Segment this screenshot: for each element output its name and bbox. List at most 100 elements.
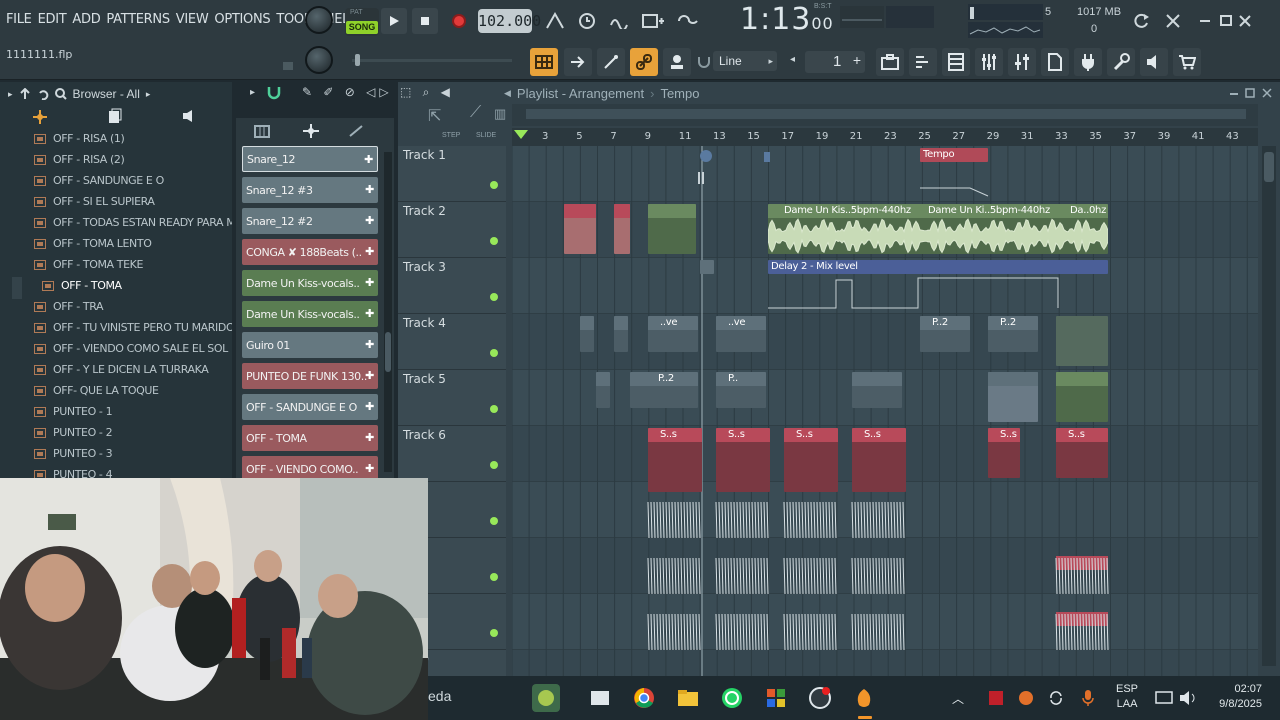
dame-un-kiss-audio-clip[interactable]: Dame Un Kis..5bpm-440hz Dame Un Ki..5bpm… (768, 204, 1108, 254)
chevron-left-icon[interactable]: ◀ (504, 88, 511, 99)
track6-clip-ss2[interactable]: S..s (716, 428, 770, 492)
track4-clip-1[interactable] (580, 316, 594, 352)
maximize-icon[interactable] (1220, 15, 1232, 26)
up-arrow-icon[interactable] (19, 88, 31, 100)
track4-clip-end[interactable] (1056, 316, 1108, 366)
picker-scrollbar[interactable] (384, 152, 392, 472)
playlist-button[interactable] (1008, 48, 1036, 76)
track4-clip-p2a[interactable]: P..2 (920, 316, 970, 352)
track2-clip-b[interactable] (614, 204, 630, 254)
channel-button[interactable]: CONGA ✘ 188Beats (.. ✚ (242, 239, 378, 265)
playlist-tools-strip[interactable]: ✎ ✐ ⊘ ◁▷ ⬚ ⌕ ◀ (302, 85, 454, 100)
maximize-icon[interactable] (1245, 88, 1255, 98)
track4-clip-ve2[interactable]: ..ve (716, 316, 766, 352)
track-header[interactable]: Track 3 (398, 258, 506, 314)
track2-clip-a[interactable] (564, 204, 596, 254)
channel-rack-button[interactable] (909, 48, 937, 76)
brush-icon[interactable] (348, 124, 366, 138)
whatsapp-icon[interactable] (718, 684, 746, 712)
pat-song-toggle[interactable]: PAT SONG (345, 8, 379, 36)
snap-icon[interactable] (32, 109, 48, 125)
track6-clip-ss3[interactable]: S..s (784, 428, 838, 492)
volume-icon[interactable] (1174, 684, 1202, 712)
channel-button[interactable]: Dame Un Kiss-vocals.. ✚ (242, 270, 378, 296)
magnet-icon[interactable] (266, 85, 282, 101)
channel-button[interactable]: Snare_12 #2 ✚ (242, 208, 378, 234)
grid-tool-icon[interactable]: ▥ (494, 106, 506, 122)
drag-handle-icon[interactable]: ✚ (365, 276, 374, 289)
loop-record-button[interactable] (674, 8, 700, 34)
channel-button[interactable]: Guiro 01 ✚ (242, 332, 378, 358)
play-button[interactable] (381, 8, 407, 34)
browser-item[interactable]: OFF - SI EL SUPIERA (0, 191, 232, 212)
drag-handle-icon[interactable]: ✚ (364, 153, 373, 166)
track-mute-led[interactable] (490, 293, 498, 301)
track-header[interactable]: Track 1 (398, 146, 506, 202)
menu-add[interactable]: ADD (72, 12, 100, 27)
microphone-icon[interactable] (1074, 684, 1102, 712)
main-slider-handle[interactable] (355, 54, 360, 66)
track2-clip-c[interactable] (648, 204, 696, 254)
track3-small-clip[interactable] (700, 260, 714, 274)
track-mute-led[interactable] (490, 405, 498, 413)
browser-item[interactable]: OFF - TOMA (0, 275, 232, 296)
browser-item[interactable]: OFF- QUE LA TOQUE (0, 380, 232, 401)
browser-item[interactable]: OFF - RISA (1) (0, 128, 232, 149)
tray-app-red-icon[interactable] (982, 684, 1010, 712)
browser-item[interactable]: OFF - TRA (0, 296, 232, 317)
track4-clip-ve1[interactable]: ..ve (648, 316, 698, 352)
track-mute-led[interactable] (490, 349, 498, 357)
browser-item[interactable]: OFF - RISA (2) (0, 149, 232, 170)
app-grid-icon[interactable] (762, 684, 790, 712)
browser-item[interactable]: OFF - TU VINISTE PERO TU MARIDO NO (0, 317, 232, 338)
channel-button[interactable]: Snare_12 ✚ (242, 146, 378, 172)
track6-clip-ss1[interactable]: S..s (648, 428, 702, 492)
channel-button[interactable]: Dame Un Kiss-vocals.. ✚ (242, 301, 378, 327)
record-button[interactable] (446, 8, 472, 34)
task-view-icon[interactable] (586, 684, 614, 712)
chevron-right-icon[interactable]: ▸ (8, 89, 13, 100)
snap-link-button[interactable] (630, 48, 658, 76)
step-value-box[interactable]: 1 + (805, 51, 865, 73)
browser-item[interactable]: OFF - SANDUNGE E O (0, 170, 232, 191)
browser-item[interactable]: OFF - TOMA TEKE (0, 254, 232, 275)
language-indicator[interactable]: ESP LAA (1116, 682, 1138, 712)
mixer-tool-button[interactable] (876, 48, 904, 76)
drag-handle-icon[interactable]: ✚ (365, 431, 374, 444)
audition-tool-button[interactable] (663, 48, 691, 76)
main-slider-track[interactable] (352, 59, 512, 62)
track-mute-led[interactable] (490, 461, 498, 469)
overview-strip[interactable] (512, 104, 1258, 126)
track6-clip-ss5[interactable]: S..s (988, 428, 1020, 478)
channel-button[interactable]: OFF - SANDUNGE E O ✚ (242, 394, 378, 420)
search-icon[interactable] (54, 88, 67, 100)
playhead-marker-icon[interactable] (514, 130, 528, 140)
chrome-icon[interactable] (630, 684, 658, 712)
timeline-ruler[interactable]: 3 5 7 9 11 13 15 17 19 21 23 25 27 29 31 33 35 37 39 41 43 (512, 128, 1258, 146)
step-plus-icon[interactable]: + (853, 52, 861, 68)
browser-item[interactable]: PUNTEO - 3 (0, 443, 232, 464)
chevron-up-icon[interactable]: ︿ (952, 690, 964, 707)
arrangement-grid[interactable]: Tempo Dame Un Kis..5bpm-440hz Dame Un Ki… (512, 146, 1258, 680)
menu-patterns[interactable]: PATTERNS (106, 12, 170, 27)
track-mute-led[interactable] (490, 237, 498, 245)
taskbar-clock[interactable]: 02:07 9/8/2025 (1206, 682, 1262, 712)
snap-icon[interactable] (302, 123, 320, 139)
tray-app-orange-icon[interactable] (1012, 684, 1040, 712)
track-mute-led[interactable] (490, 629, 498, 637)
piano-icon[interactable] (254, 124, 270, 138)
track-header[interactable]: Track 4 (398, 314, 506, 370)
tray-sync-icon[interactable] (1042, 684, 1070, 712)
close-icon[interactable] (1262, 88, 1272, 98)
track-mute-led[interactable] (490, 573, 498, 581)
drag-handle-icon[interactable]: ✚ (365, 307, 374, 320)
minimize-icon[interactable] (1200, 20, 1210, 22)
magic-tool-button[interactable] (597, 48, 625, 76)
menu-view[interactable]: VIEW (176, 12, 209, 27)
menu-file[interactable]: FILE (6, 12, 32, 27)
playlist-vertical-scrollbar[interactable] (1262, 146, 1276, 666)
browser-item[interactable]: PUNTEO - 1 (0, 401, 232, 422)
plugin-button[interactable] (1074, 48, 1102, 76)
step-edit-button[interactable] (640, 8, 666, 34)
close-icon[interactable] (1239, 15, 1251, 27)
